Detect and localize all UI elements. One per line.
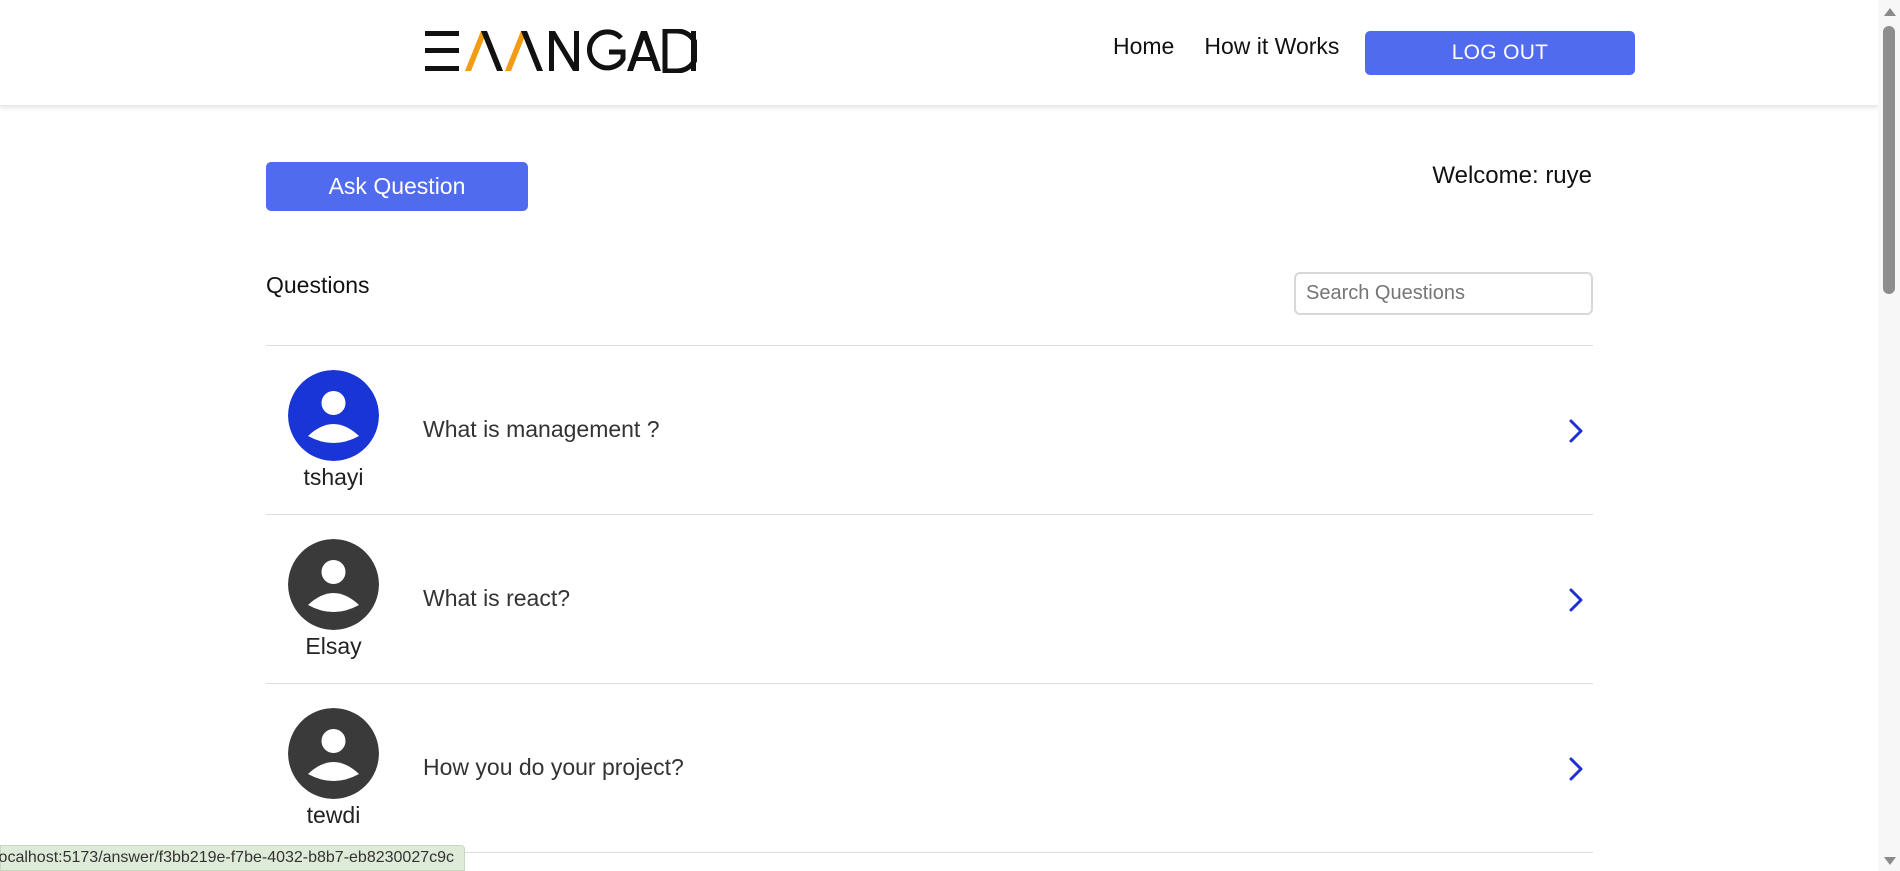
vertical-scrollbar[interactable]	[1878, 0, 1900, 871]
logout-button[interactable]: LOG OUT	[1365, 31, 1635, 75]
user-avatar-icon	[288, 539, 379, 630]
question-row[interactable]: Elsay What is react?	[266, 515, 1593, 684]
scroll-thumb[interactable]	[1883, 26, 1895, 294]
question-title[interactable]: What is react?	[423, 585, 570, 612]
ask-question-button[interactable]: Ask Question	[266, 162, 528, 211]
user-avatar-icon	[288, 708, 379, 799]
question-author: tshayi	[303, 464, 364, 490]
question-row[interactable]: tshayi What is management ?	[266, 346, 1593, 515]
search-questions-input[interactable]	[1294, 272, 1593, 315]
nav-how-it-works-link[interactable]: How it Works	[1204, 32, 1339, 60]
question-author: Elsay	[305, 633, 362, 659]
nav-home-link[interactable]: Home	[1113, 32, 1174, 60]
chevron-right-icon[interactable]	[1565, 754, 1587, 784]
evangadi-logo[interactable]	[425, 28, 697, 74]
site-header: Home How it Works LOG OUT	[0, 0, 1878, 106]
logo-mark	[425, 29, 697, 73]
question-title[interactable]: How you do your project?	[423, 754, 684, 781]
chevron-right-icon[interactable]	[1565, 585, 1587, 615]
user-avatar-icon	[288, 370, 379, 461]
welcome-message: Welcome: ruye	[1432, 162, 1592, 189]
questions-heading: Questions	[266, 272, 370, 298]
question-row[interactable]: tewdi How you do your project?	[266, 684, 1593, 853]
question-author: tewdi	[306, 802, 361, 828]
main-nav: Home How it Works	[1113, 32, 1369, 60]
chevron-right-icon[interactable]	[1565, 416, 1587, 446]
question-title[interactable]: What is management ?	[423, 416, 660, 443]
status-bar-url: localhost:5173/answer/f3bb219e-f7be-4032…	[0, 845, 466, 871]
scroll-down-arrow-icon[interactable]	[1884, 857, 1896, 865]
questions-list: tshayi What is management ? Elsay What i…	[266, 345, 1593, 853]
scroll-up-arrow-icon[interactable]	[1884, 8, 1896, 16]
